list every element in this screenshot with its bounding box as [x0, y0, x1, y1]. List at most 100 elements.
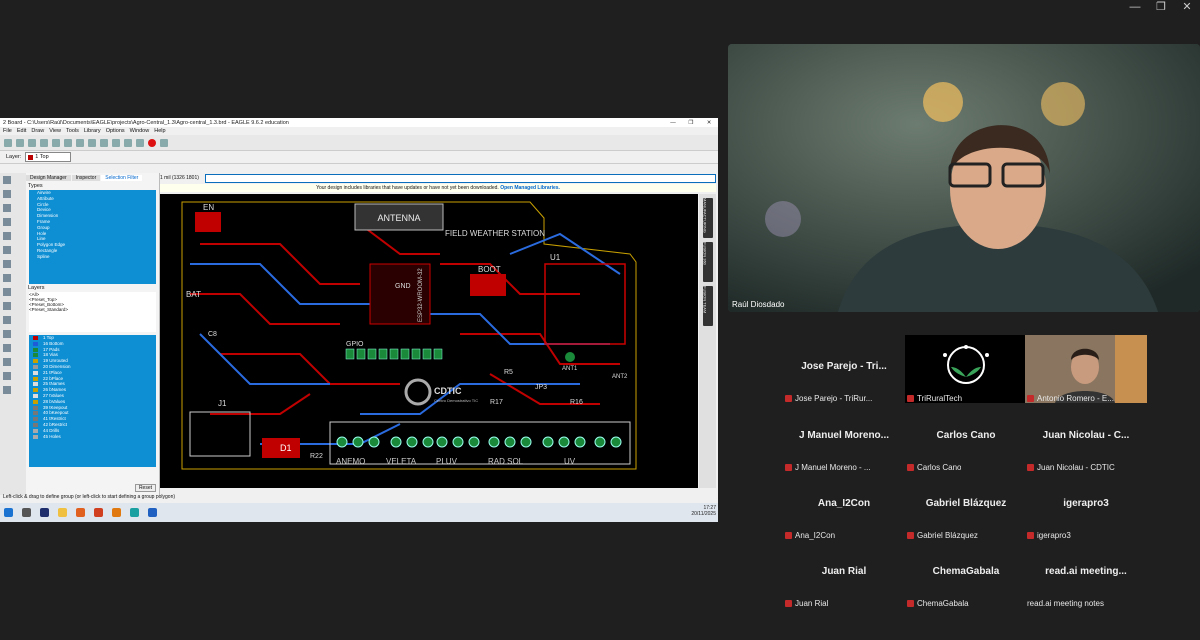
manufacturing-tab[interactable]: MANUFACTURING — [702, 198, 713, 238]
minimize-button[interactable]: — — [1122, 0, 1148, 14]
rotate-icon[interactable] — [3, 232, 11, 240]
layer-color-swatch — [33, 382, 38, 387]
photoshop-icon[interactable] — [40, 508, 49, 517]
board-icon[interactable] — [64, 138, 72, 147]
undo-icon[interactable] — [124, 138, 132, 147]
en-label: EN — [203, 203, 214, 212]
zoom-select-icon[interactable] — [112, 138, 120, 147]
zoom-in-icon[interactable] — [88, 138, 96, 147]
participant-big-name: J Manuel Moreno... — [798, 430, 889, 441]
participant-tile[interactable]: Antonio Romero - E... — [1025, 335, 1147, 403]
close-button[interactable]: ✕ — [1174, 0, 1200, 14]
participant-tile[interactable]: J Manuel Moreno... J Manuel Moreno - ... — [783, 404, 905, 472]
speaker-video[interactable]: Raúl Diosdado — [728, 44, 1200, 312]
open-managed-libraries-link[interactable]: Open Managed Libraries. — [500, 185, 560, 191]
mirror-icon[interactable] — [3, 246, 11, 254]
zoom-out-icon[interactable] — [100, 138, 108, 147]
layer-item-label: 26 bNames — [43, 387, 67, 393]
hole-icon[interactable] — [3, 372, 11, 380]
station-label: FIELD WEATHER STATION — [445, 229, 545, 238]
board-canvas[interactable]: ANTENNA FIELD WEATHER STATION GND ESP32-… — [160, 194, 698, 488]
fusion-team-tab[interactable]: FUSION TEAM — [702, 286, 713, 326]
muted-mic-icon — [907, 395, 914, 403]
menu-edit[interactable]: Edit — [17, 128, 26, 134]
stop-icon[interactable] — [148, 138, 156, 147]
ratsnest-icon[interactable] — [3, 386, 11, 394]
show-icon[interactable] — [3, 190, 11, 198]
arduino-icon[interactable] — [130, 508, 139, 517]
eagle-minimize-icon[interactable]: — — [664, 120, 682, 126]
participant-tile[interactable]: Juan Nicolau - C... Juan Nicolau - CDTIC — [1025, 404, 1147, 472]
group-icon[interactable] — [3, 260, 11, 268]
firefox-icon[interactable] — [76, 508, 85, 517]
participant-label: read.ai meeting notes — [1027, 599, 1104, 608]
participant-tile[interactable]: Gabriel Blázquez Gabriel Blázquez — [905, 472, 1027, 540]
layer-color-swatch — [33, 422, 38, 427]
participant-tile[interactable]: Ana_I2Con Ana_I2Con — [783, 472, 905, 540]
participant-tile[interactable]: TriRuralTech — [905, 335, 1027, 403]
via-icon[interactable] — [3, 358, 11, 366]
menu-tools[interactable]: Tools — [66, 128, 79, 134]
participant-big-name: igerapro3 — [1063, 498, 1109, 509]
type-item[interactable]: Spline — [29, 254, 156, 260]
ripup-icon[interactable] — [3, 302, 11, 310]
tab-inspector[interactable]: Inspector — [71, 174, 101, 181]
restore-button[interactable]: ❐ — [1148, 0, 1174, 14]
schematic-icon[interactable] — [52, 138, 60, 147]
participant-tile[interactable]: igerapro3 igerapro3 — [1025, 472, 1147, 540]
text-icon[interactable] — [3, 330, 11, 338]
layer-item[interactable]: 45 Holes — [29, 434, 156, 440]
menu-options[interactable]: Options — [106, 128, 125, 134]
open-icon[interactable] — [4, 138, 12, 147]
selection-filter-panel: Design Manager Inspector Selection Filte… — [26, 173, 160, 495]
menu-help[interactable]: Help — [154, 128, 165, 134]
save-icon[interactable] — [16, 138, 24, 147]
menu-draw[interactable]: Draw — [31, 128, 44, 134]
preset-item[interactable]: <Preset_Standard> — [29, 307, 156, 312]
system-clock[interactable]: 17:27 20/11/2025 — [691, 505, 716, 517]
copy-icon[interactable] — [3, 218, 11, 226]
task-view-icon[interactable] — [22, 508, 31, 517]
zoom-app-icon[interactable] — [148, 508, 157, 517]
start-icon[interactable] — [4, 508, 13, 517]
status-bar: Left-click & drag to define group (or le… — [3, 494, 176, 500]
layer-color-swatch — [33, 388, 38, 393]
zoom-fit-icon[interactable] — [76, 138, 84, 147]
participant-tile[interactable]: ChemaGabala ChemaGabala — [905, 540, 1027, 608]
menu-library[interactable]: Library — [84, 128, 101, 134]
menu-window[interactable]: Window — [130, 128, 150, 134]
file-explorer-icon[interactable] — [58, 508, 67, 517]
participant-tile[interactable]: read.ai meeting... read.ai meeting notes — [1025, 540, 1147, 608]
line-icon[interactable] — [3, 316, 11, 324]
menu-file[interactable]: File — [3, 128, 12, 134]
fusion360-tab[interactable]: FUSION 360 — [702, 242, 713, 282]
tab-selection-filter[interactable]: Selection Filter — [101, 174, 143, 181]
menu-view[interactable]: View — [49, 128, 61, 134]
eagle-restore-icon[interactable]: ❐ — [682, 120, 700, 126]
help-icon[interactable] — [160, 138, 168, 147]
info-icon[interactable] — [3, 176, 11, 184]
redo-icon[interactable] — [136, 138, 144, 147]
layer-color-swatch — [33, 393, 38, 398]
layer-select[interactable]: 1 Top — [25, 152, 72, 162]
d1-label: D1 — [280, 443, 292, 453]
reset-button[interactable]: Reset — [134, 484, 156, 492]
command-input[interactable] — [204, 173, 716, 183]
participant-label-text: Gabriel Blázquez — [917, 531, 978, 540]
move-icon[interactable] — [3, 204, 11, 212]
cam-icon[interactable] — [40, 138, 48, 147]
participant-big-name: Ana_I2Con — [817, 498, 871, 509]
eagle-app-icon[interactable] — [112, 508, 121, 517]
powerpoint-icon[interactable] — [94, 508, 103, 517]
polygon-icon[interactable] — [3, 344, 11, 352]
participant-tile[interactable]: Carlos Cano Carlos Cano — [905, 404, 1027, 472]
eagle-close-icon[interactable]: ✕ — [700, 120, 718, 126]
delete-icon[interactable] — [3, 274, 11, 282]
print-icon[interactable] — [28, 138, 36, 147]
participant-tile[interactable]: Juan Rial Juan Rial — [783, 540, 905, 608]
tab-design-manager[interactable]: Design Manager — [26, 174, 71, 181]
participant-label: TriRuralTech — [907, 394, 962, 403]
route-icon[interactable] — [3, 288, 11, 296]
participant-label: Gabriel Blázquez — [907, 531, 978, 540]
participant-tile[interactable]: Jose Parejo - Tri... Jose Parejo - TriRu… — [783, 335, 905, 403]
